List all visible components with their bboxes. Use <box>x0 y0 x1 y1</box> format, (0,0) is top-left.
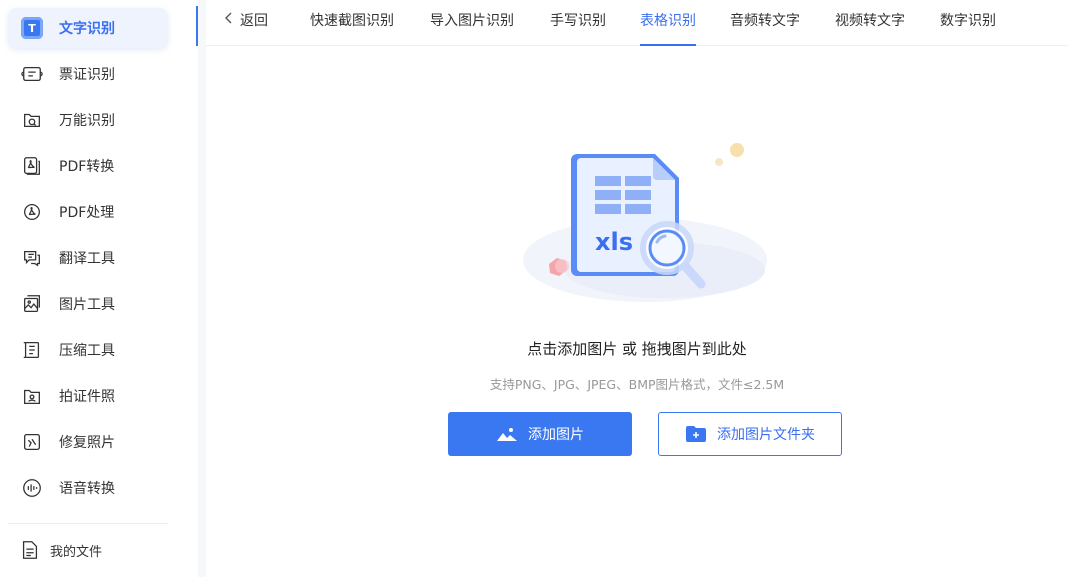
active-indicator <box>196 6 198 46</box>
sidebar-item-pdf-convert[interactable]: PDF转换 <box>8 146 168 186</box>
sidebar-item-repair-photo[interactable]: 修复照片 <box>8 422 168 462</box>
pdf-convert-icon <box>20 154 44 178</box>
voice-convert-icon <box>20 476 44 500</box>
format-hint-text: 支持PNG、JPG、JPEG、BMP图片格式，文件≤2.5M <box>489 377 785 392</box>
add-image-button[interactable]: 添加图片 <box>448 412 632 456</box>
repair-photo-icon <box>20 430 44 454</box>
universal-scan-icon <box>20 108 44 132</box>
sidebar-item-my-files[interactable]: 我的文件 <box>8 532 168 568</box>
my-files-icon <box>18 538 42 562</box>
top-tab-bar: 返回 快速截图识别 导入图片识别 手写识别 表格识别 音频转文字 视频转文字 数… <box>206 0 1068 46</box>
sidebar-item-compress[interactable]: 压缩工具 <box>8 330 168 370</box>
sidebar-item-label: 压缩工具 <box>59 343 115 359</box>
sidebar-item-image-tools[interactable]: 图片工具 <box>8 284 168 324</box>
sidebar: T 文字识别 票证识别 万能识别 PDF转换 PDF处理 翻译工具 图片工具 压… <box>0 0 198 577</box>
sidebar-item-label: PDF处理 <box>59 205 115 221</box>
sidebar-item-text-recognition[interactable]: T 文字识别 <box>8 8 168 48</box>
tab-quick-screenshot[interactable]: 快速截图识别 <box>310 0 394 40</box>
sidebar-item-label: 我的文件 <box>50 544 103 560</box>
sidebar-item-ticket[interactable]: 票证识别 <box>8 54 168 94</box>
tab-video-to-text[interactable]: 视频转文字 <box>835 0 905 40</box>
sidebar-item-universal[interactable]: 万能识别 <box>8 100 168 140</box>
sidebar-item-label: 文字识别 <box>59 21 115 37</box>
compress-icon <box>20 338 44 362</box>
sidebar-item-label: 万能识别 <box>59 113 115 129</box>
add-image-folder-label: 添加图片文件夹 <box>717 427 815 443</box>
mountain-image-icon <box>496 425 518 443</box>
tab-handwriting[interactable]: 手写识别 <box>550 0 606 40</box>
sidebar-item-label: 票证识别 <box>59 67 115 83</box>
ticket-icon <box>20 62 44 86</box>
add-image-label: 添加图片 <box>528 427 584 443</box>
chevron-left-icon <box>224 12 232 28</box>
svg-text:xls: xls <box>595 228 633 256</box>
text-recognition-icon: T <box>20 16 44 40</box>
sidebar-item-pdf-process[interactable]: PDF处理 <box>8 192 168 232</box>
sidebar-item-translate[interactable]: 翻译工具 <box>8 238 168 278</box>
pdf-process-icon <box>20 200 44 224</box>
drop-hint-text: 点击添加图片 或 拖拽图片到此处 <box>527 340 747 358</box>
back-label: 返回 <box>240 13 268 29</box>
image-tools-icon <box>20 292 44 316</box>
sidebar-gutter <box>198 0 206 577</box>
translate-icon <box>20 246 44 270</box>
sidebar-item-label: 修复照片 <box>59 435 115 451</box>
tab-audio-to-text[interactable]: 音频转文字 <box>730 0 800 40</box>
tab-digit-recognition[interactable]: 数字识别 <box>940 0 996 40</box>
sidebar-item-voice-convert[interactable]: 语音转换 <box>8 468 168 508</box>
back-button[interactable]: 返回 <box>224 0 268 40</box>
sidebar-item-label: 翻译工具 <box>59 251 115 267</box>
tab-table-recognition[interactable]: 表格识别 <box>640 0 696 46</box>
sidebar-item-label: 语音转换 <box>59 481 115 497</box>
xls-file-illustration[interactable]: xls <box>515 132 775 312</box>
sidebar-item-label: 图片工具 <box>59 297 115 313</box>
id-photo-icon <box>20 384 44 408</box>
sidebar-item-id-photo[interactable]: 拍证件照 <box>8 376 168 416</box>
sidebar-item-label: 拍证件照 <box>59 389 115 405</box>
active-tab-underline <box>640 44 696 46</box>
app-window: T 文字识别 票证识别 万能识别 PDF转换 PDF处理 翻译工具 图片工具 压… <box>0 0 1068 577</box>
sidebar-item-label: PDF转换 <box>59 159 115 175</box>
add-image-folder-button[interactable]: 添加图片文件夹 <box>658 412 842 456</box>
folder-plus-icon <box>685 425 707 443</box>
tab-import-image[interactable]: 导入图片识别 <box>430 0 514 40</box>
sidebar-divider <box>8 523 168 524</box>
